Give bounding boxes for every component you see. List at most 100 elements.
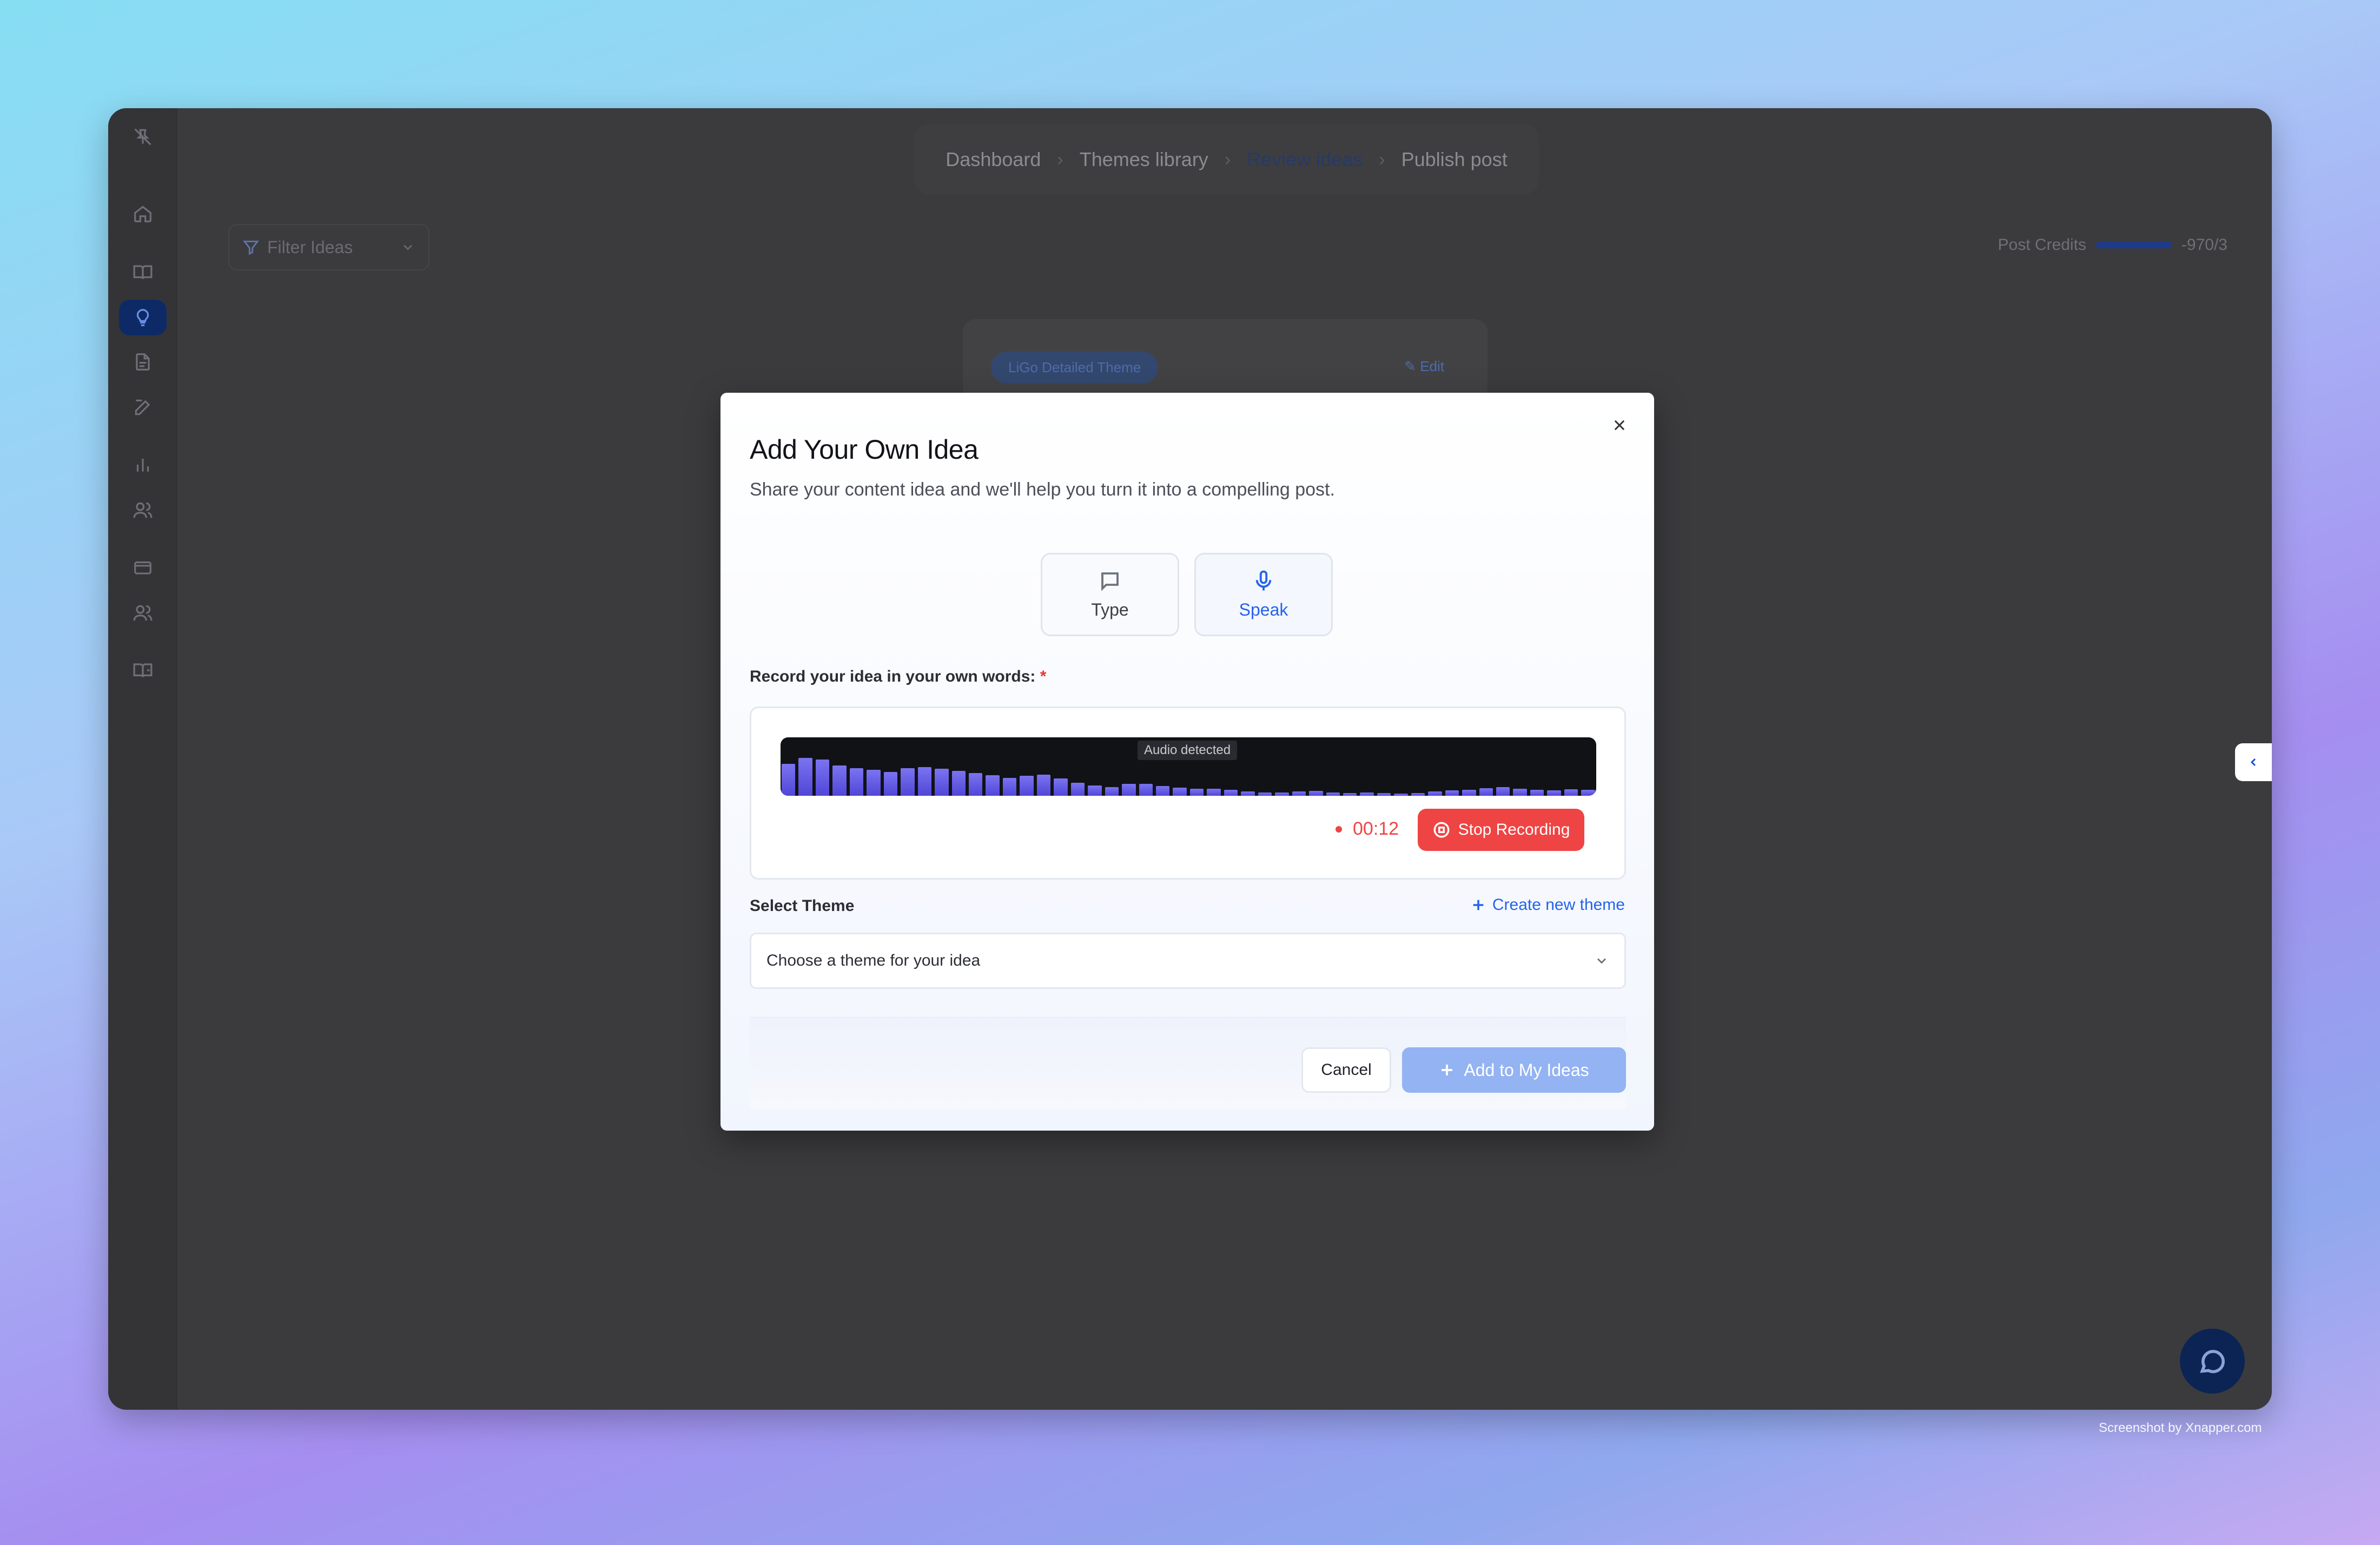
breadcrumb-publish-post[interactable]: Publish post: [1401, 148, 1508, 171]
required-marker: *: [1040, 668, 1047, 685]
book-icon[interactable]: [119, 652, 167, 688]
type-mode-button[interactable]: Type: [1041, 553, 1179, 636]
add-to-ideas-button[interactable]: Add to My Ideas: [1402, 1047, 1626, 1093]
edit-icon[interactable]: [119, 389, 167, 425]
message-square-icon: [1101, 572, 1119, 591]
chat-bubble-icon: [2200, 1350, 2225, 1374]
breadcrumb-separator-icon: ›: [1057, 149, 1063, 170]
recording-timer: 00:12: [1353, 818, 1399, 839]
book-open-icon[interactable]: [119, 254, 167, 290]
home-icon[interactable]: [119, 196, 167, 232]
watermark: Screenshot by Xnapper.com: [2099, 1421, 2262, 1435]
add-to-ideas-label: Add to My Ideas: [1464, 1060, 1589, 1080]
record-label: Record your idea in your own words: *: [750, 668, 1046, 686]
credits-progress-fill: [2095, 242, 2172, 248]
waveform-bar: [1411, 793, 1425, 796]
speak-mode-label: Speak: [1239, 599, 1288, 619]
add-idea-modal: Add Your Own Idea Share your content ide…: [720, 393, 1654, 1131]
theme-tag: LiGo Detailed Theme: [991, 352, 1159, 384]
stop-recording-label: Stop Recording: [1458, 821, 1570, 838]
breadcrumb: Dashboard › Themes library › Review idea…: [914, 124, 1539, 195]
breadcrumb-themes-library[interactable]: Themes library: [1080, 148, 1208, 171]
waveform-bar: [1445, 790, 1459, 796]
waveform-bar: [1088, 785, 1102, 796]
waveform-bar: [1462, 790, 1476, 796]
close-button[interactable]: [1609, 414, 1630, 436]
waveform-bar: [1360, 792, 1374, 796]
modal-title: Add Your Own Idea: [750, 434, 979, 465]
waveform-bar: [1122, 784, 1136, 796]
waveform-bar: [1343, 793, 1357, 796]
team-icon[interactable]: [119, 595, 167, 631]
panel-collapse-button[interactable]: [2235, 743, 2272, 781]
waveform-bar: [1377, 793, 1391, 796]
waveform-bar: [1326, 792, 1340, 796]
waveform-bar: [867, 770, 881, 796]
waveform-bar: [1241, 791, 1255, 796]
document-icon[interactable]: [119, 344, 167, 380]
waveform-bar: [849, 768, 864, 796]
breadcrumb-separator-icon: ›: [1379, 149, 1385, 170]
record-label-text: Record your idea in your own words:: [750, 668, 1036, 685]
chat-button[interactable]: [2180, 1329, 2245, 1394]
select-theme-label: Select Theme: [750, 897, 855, 915]
edit-button[interactable]: ✎ Edit: [1404, 358, 1444, 375]
close-icon: [1614, 420, 1625, 431]
create-theme-link[interactable]: Create new theme: [1471, 896, 1625, 914]
modal-subtitle: Share your content idea and we'll help y…: [750, 479, 1335, 500]
chevron-down-icon: [404, 245, 412, 250]
credits-value: -970/3: [2181, 236, 2227, 254]
waveform-bar: [815, 760, 830, 796]
waveform-bar: [1224, 790, 1238, 796]
sidebar: [108, 108, 177, 1410]
recording-panel: Audio detected 00:12 Stop Recording: [750, 707, 1626, 880]
lightbulb-icon[interactable]: [119, 300, 167, 335]
theme-select[interactable]: Choose a theme for your idea: [750, 933, 1626, 989]
waveform-bar: [883, 771, 898, 796]
stop-recording-button[interactable]: Stop Recording: [1418, 809, 1584, 851]
microphone-icon: [1255, 570, 1272, 590]
waveform-bar: [986, 775, 1000, 796]
audio-detected-label: Audio detected: [1138, 741, 1238, 760]
waveform-bar: [1309, 791, 1323, 796]
users-icon[interactable]: [119, 492, 167, 528]
audio-waveform: Audio detected: [781, 737, 1596, 796]
waveform-bar: [1139, 784, 1153, 796]
waveform-bar: [798, 757, 812, 796]
waveform-bar: [1530, 790, 1544, 796]
waveform-bar: [1207, 789, 1221, 796]
pin-off-icon[interactable]: [119, 119, 167, 155]
waveform-bar: [1292, 791, 1306, 796]
waveform-bar: [1189, 789, 1204, 796]
filter-ideas-dropdown[interactable]: Filter Ideas: [228, 224, 429, 270]
credit-card-icon[interactable]: [119, 550, 167, 585]
bar-chart-icon[interactable]: [119, 447, 167, 483]
breadcrumb-review-ideas[interactable]: Review ideas: [1247, 148, 1363, 171]
waveform-bar: [917, 767, 932, 796]
stop-circle-icon: [1433, 822, 1450, 838]
speak-mode-button[interactable]: Speak: [1194, 553, 1333, 636]
waveform-bar: [1496, 787, 1510, 796]
chevron-left-icon: [2250, 758, 2256, 767]
chevron-down-icon: [1597, 958, 1606, 964]
breadcrumb-separator-icon: ›: [1224, 149, 1231, 170]
theme-select-placeholder: Choose a theme for your idea: [766, 952, 981, 969]
waveform-bar: [1428, 791, 1442, 796]
waveform-bar: [1394, 793, 1408, 796]
waveform-bar: [1070, 783, 1085, 796]
cancel-button[interactable]: Cancel: [1301, 1047, 1391, 1093]
waveform-bar: [1155, 785, 1170, 796]
plus-icon: [1473, 900, 1484, 910]
waveform-bar: [1105, 787, 1119, 796]
edit-label: Edit: [1420, 358, 1444, 374]
waveform-bar: [832, 765, 847, 796]
post-credits: Post Credits -970/3: [1998, 236, 2227, 254]
waveform-bar: [1002, 777, 1017, 796]
create-theme-label: Create new theme: [1492, 896, 1625, 914]
waveform-bar: [1564, 789, 1578, 796]
waveform-bar: [935, 769, 949, 796]
filter-label: Filter Ideas: [267, 237, 353, 257]
waveform-bar: [1547, 790, 1561, 796]
breadcrumb-dashboard[interactable]: Dashboard: [946, 148, 1041, 171]
credits-label: Post Credits: [1998, 236, 2086, 254]
